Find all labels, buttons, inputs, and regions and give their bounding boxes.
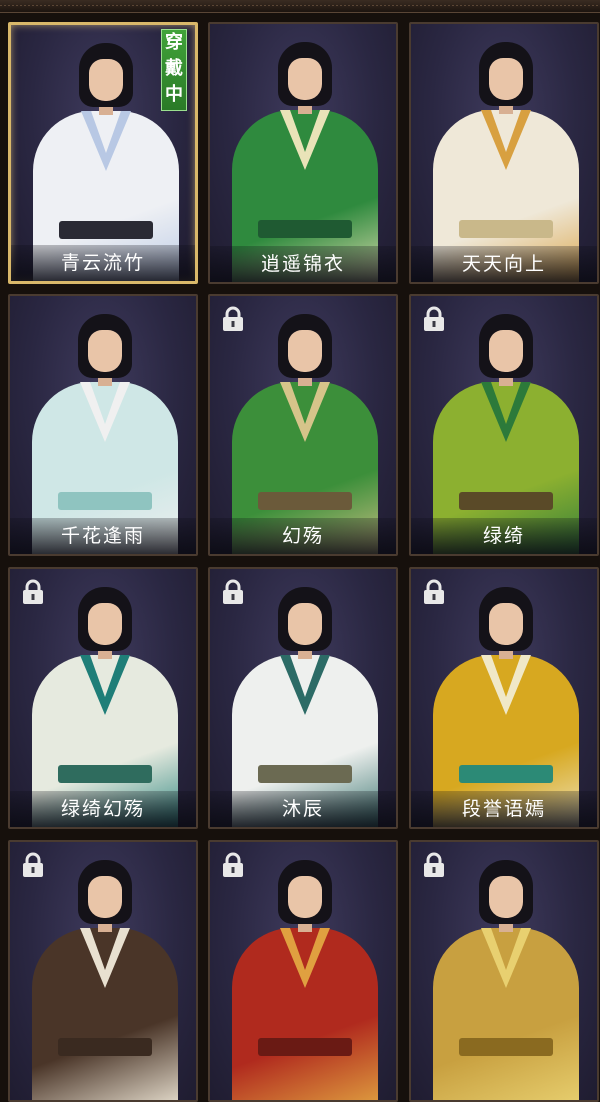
- outfit-card[interactable]: [208, 840, 398, 1102]
- character-portrait: [210, 24, 396, 282]
- padlock-icon: [218, 306, 248, 332]
- outfit-name: 段誉语嫣: [411, 791, 597, 827]
- outfit-name: 青云流竹: [11, 245, 195, 281]
- padlock-icon: [419, 852, 449, 878]
- wearing-badge-char: 中: [165, 84, 183, 105]
- character-portrait: [10, 842, 196, 1100]
- character-portrait: [411, 296, 597, 554]
- top-border: [0, 0, 600, 13]
- outfit-card[interactable]: 天天向上: [409, 22, 599, 284]
- character-portrait: [10, 569, 196, 827]
- character-portrait: [210, 569, 396, 827]
- outfit-name: 幻殇: [210, 518, 396, 554]
- wearing-badge: 穿戴中: [161, 29, 187, 111]
- padlock-icon: [218, 852, 248, 878]
- outfit-name: 逍遥锦衣: [210, 246, 396, 282]
- character-portrait: [411, 569, 597, 827]
- padlock-icon: [18, 852, 48, 878]
- padlock-icon: [419, 579, 449, 605]
- outfit-name: 沐辰: [210, 791, 396, 827]
- outfit-grid: 穿戴中青云流竹 逍遥锦衣 天天向上千花逢雨 幻殇 绿绮绿绮幻殇 沐辰 段誉语嫣: [0, 14, 600, 1102]
- outfit-card[interactable]: 沐辰: [208, 567, 398, 829]
- outfit-card[interactable]: 绿绮: [409, 294, 599, 556]
- outfit-name: 绿绮幻殇: [10, 791, 196, 827]
- outfit-name: 绿绮: [411, 518, 597, 554]
- character-portrait: [210, 842, 396, 1100]
- outfit-card[interactable]: 段誉语嫣: [409, 567, 599, 829]
- outfit-card[interactable]: 千花逢雨: [8, 294, 198, 556]
- character-portrait: [411, 24, 597, 282]
- outfit-card[interactable]: 幻殇: [208, 294, 398, 556]
- outfit-name: 天天向上: [411, 246, 597, 282]
- wearing-badge-char: 穿: [165, 32, 183, 53]
- outfit-card[interactable]: 逍遥锦衣: [208, 22, 398, 284]
- outfit-card[interactable]: 绿绮幻殇: [8, 567, 198, 829]
- wearing-badge-char: 戴: [165, 58, 183, 79]
- character-portrait: [411, 842, 597, 1100]
- outfit-card[interactable]: [8, 840, 198, 1102]
- character-portrait: [10, 296, 196, 554]
- padlock-icon: [218, 579, 248, 605]
- outfit-card[interactable]: 穿戴中青云流竹: [8, 22, 198, 284]
- padlock-icon: [419, 306, 449, 332]
- padlock-icon: [18, 579, 48, 605]
- outfit-name: 千花逢雨: [10, 518, 196, 554]
- outfit-card[interactable]: [409, 840, 599, 1102]
- character-portrait: [210, 296, 396, 554]
